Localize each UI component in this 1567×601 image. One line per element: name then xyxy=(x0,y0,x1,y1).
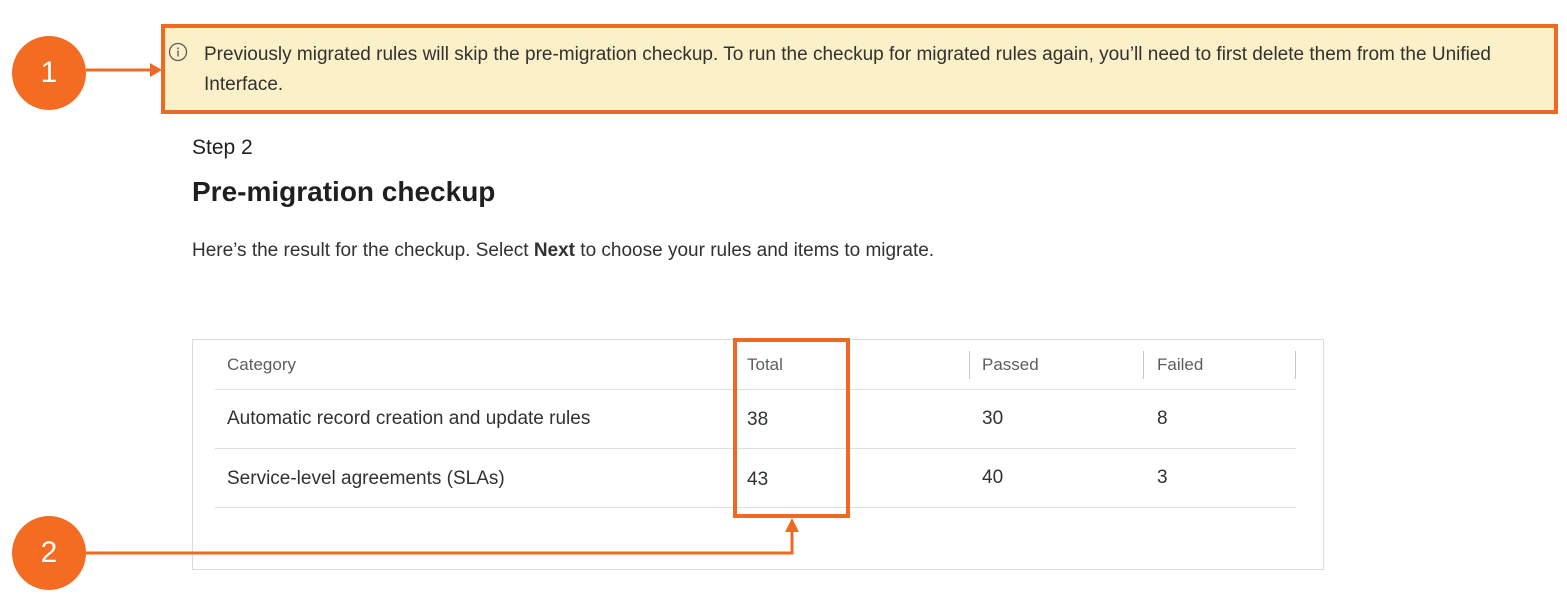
callout-badge-one: 1 xyxy=(12,36,86,110)
notice-text: Previously migrated rules will skip the … xyxy=(204,44,1491,95)
callout-one-arrowhead xyxy=(150,63,162,77)
row-passed: 40 xyxy=(982,467,1004,488)
description-text-end: to choose your rules and items to migrat… xyxy=(575,240,935,261)
step-label: Step 2 xyxy=(192,136,253,159)
info-icon xyxy=(168,42,188,62)
column-header-failed[interactable]: Failed xyxy=(1157,355,1203,375)
column-header-category[interactable]: Category xyxy=(227,355,296,375)
column-separator xyxy=(1143,351,1144,379)
description-text-start: Here’s the result for the checkup. Selec… xyxy=(192,240,534,261)
row-failed: 8 xyxy=(1157,408,1168,429)
column-separator xyxy=(969,351,970,379)
row-divider xyxy=(215,507,1296,508)
checkup-description: Here’s the result for the checkup. Selec… xyxy=(192,236,952,266)
column-separator xyxy=(1295,351,1296,379)
column-header-passed[interactable]: Passed xyxy=(982,355,1039,375)
page-title: Pre-migration checkup xyxy=(192,176,496,207)
row-total: 43 xyxy=(747,469,769,490)
row-category: Automatic record creation and update rul… xyxy=(227,408,591,429)
row-passed: 30 xyxy=(982,408,1004,429)
callout-badge-two: 2 xyxy=(12,516,86,590)
column-header-total[interactable]: Total xyxy=(747,355,783,375)
row-total: 38 xyxy=(747,409,769,430)
row-category: Service-level agreements (SLAs) xyxy=(227,468,505,489)
next-keyword: Next xyxy=(533,240,576,261)
row-failed: 3 xyxy=(1157,467,1168,488)
